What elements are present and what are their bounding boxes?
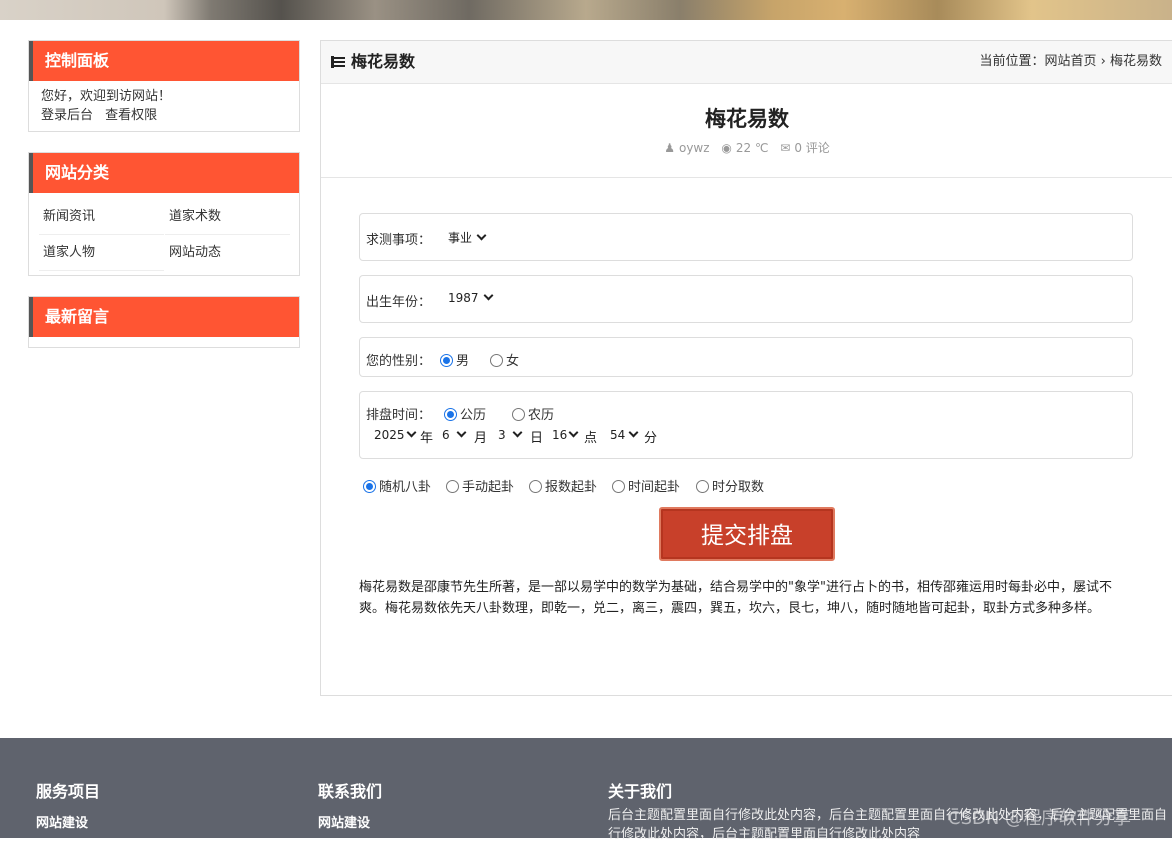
control-panel: 控制面板 您好，欢迎到访网站！ 登录后台 查看权限: [28, 40, 300, 132]
matter-select[interactable]: 事业: [448, 229, 487, 246]
radio-checked-icon: [444, 408, 457, 421]
category-taoist-arts[interactable]: 道家术数: [165, 199, 290, 235]
main-header: 梅花易数 当前位置：网站首页 › 梅花易数: [321, 41, 1172, 84]
method-time-radio[interactable]: 时间起卦: [612, 476, 680, 495]
view-permissions-link[interactable]: 查看权限: [105, 108, 157, 123]
list-icon: [331, 56, 345, 68]
description-text: 梅花易数是邵康节先生所著，是一部以易学中的数学为基础，结合易学中的"象学"进行占…: [359, 580, 1112, 616]
footer-services-link[interactable]: 网站建设: [36, 812, 88, 831]
matter-label: 求测事项：: [366, 233, 432, 248]
gender-male-radio[interactable]: 男: [440, 350, 469, 369]
top-banner-image: [0, 0, 1172, 20]
footer-services-title: 服务项目: [36, 782, 101, 801]
radio-unchecked-icon: [529, 480, 542, 493]
chevron-down-icon: [476, 230, 487, 241]
main-content: 梅花易数 当前位置：网站首页 › 梅花易数 梅花易数 ♟ oywz ◉ 22 ℃ ✉…: [320, 40, 1172, 696]
minute-unit: 分: [644, 431, 658, 446]
comment-count: 0 评论: [794, 141, 830, 155]
month-unit: 月: [474, 431, 488, 446]
comment-icon: ✉: [780, 141, 791, 155]
radio-unchecked-icon: [512, 408, 525, 421]
gender-female-radio[interactable]: 女: [490, 350, 519, 369]
login-admin-link[interactable]: 登录后台: [41, 108, 93, 123]
footer-about-title: 关于我们: [608, 782, 673, 801]
radio-unchecked-icon: [446, 480, 459, 493]
categories-panel: 网站分类 新闻资讯 道家术数 道家人物 网站动态: [28, 152, 300, 276]
view-count: 22 ℃: [735, 141, 769, 155]
breadcrumb: 当前位置：网站首页 › 梅花易数: [979, 54, 1162, 69]
method-hour-minute-radio[interactable]: 时分取数: [696, 476, 764, 495]
radio-checked-icon: [363, 480, 376, 493]
chevron-down-icon: [512, 427, 523, 438]
chevron-down-icon: [628, 427, 639, 438]
radio-unchecked-icon: [490, 354, 503, 367]
radio-unchecked-icon: [696, 480, 709, 493]
author-name: oywz: [678, 141, 710, 155]
category-news[interactable]: 新闻资讯: [39, 199, 164, 235]
birth-year-field: 出生年份： 1987: [359, 275, 1133, 323]
latest-comments-title: 最新留言: [29, 297, 299, 337]
day-select[interactable]: 3: [498, 427, 523, 442]
category-taoist-figures[interactable]: 道家人物: [39, 235, 164, 271]
gender-label: 您的性别：: [366, 354, 432, 369]
matter-field: 求测事项： 事业: [359, 213, 1133, 261]
method-number-radio[interactable]: 报数起卦: [529, 476, 597, 495]
chevron-down-icon: [406, 427, 416, 438]
calendar-solar-radio[interactable]: 公历: [444, 404, 486, 423]
welcome-text: 您好，欢迎到访网站！: [41, 89, 172, 104]
main-header-title: 梅花易数: [351, 52, 416, 71]
method-manual-radio[interactable]: 手动起卦: [446, 476, 514, 495]
hour-select[interactable]: 16: [552, 427, 579, 442]
method-random-radio[interactable]: 随机八卦: [363, 476, 431, 495]
author-icon: ♟: [664, 141, 675, 155]
birth-year-label: 出生年份：: [366, 295, 432, 310]
latest-comments-panel: 最新留言: [28, 296, 300, 348]
chevron-down-icon: [483, 290, 493, 301]
year-select[interactable]: 2025: [374, 427, 416, 442]
article-meta: ♟ oywz ◉ 22 ℃ ✉ 0 评论: [321, 139, 1172, 156]
time-label: 排盘时间：: [366, 408, 432, 423]
watermark-text: CSDN @程序软件分享: [948, 808, 1132, 829]
radio-checked-icon: [440, 354, 453, 367]
footer-contact-link[interactable]: 网站建设: [318, 812, 370, 831]
year-unit: 年: [420, 431, 434, 446]
day-unit: 日: [530, 431, 544, 446]
divider: [321, 177, 1172, 178]
gender-field: 您的性别： 男 女: [359, 337, 1133, 377]
birth-year-select[interactable]: 1987: [448, 290, 493, 305]
chevron-down-icon: [456, 427, 467, 438]
eye-icon: ◉: [721, 141, 732, 155]
radio-unchecked-icon: [612, 480, 625, 493]
submit-button[interactable]: 提交排盘: [659, 507, 835, 561]
category-site-news[interactable]: 网站动态: [165, 235, 290, 271]
month-select[interactable]: 6: [442, 427, 467, 442]
hour-unit: 点: [584, 431, 598, 446]
time-field: 排盘时间： 公历 农历 2025 年 6 月 3 日 16 点 54 分: [359, 391, 1133, 459]
categories-title: 网站分类: [29, 153, 299, 193]
chevron-down-icon: [568, 427, 579, 438]
footer: 服务项目 网站建设 联系我们 网站建设 关于我们 后台主题配置里面自行修改此处内…: [0, 738, 1172, 842]
calendar-lunar-radio[interactable]: 农历: [512, 404, 554, 423]
article-title: 梅花易数: [705, 107, 789, 131]
control-panel-title: 控制面板: [29, 41, 299, 81]
minute-select[interactable]: 54: [610, 427, 639, 442]
footer-contact-title: 联系我们: [318, 782, 383, 801]
